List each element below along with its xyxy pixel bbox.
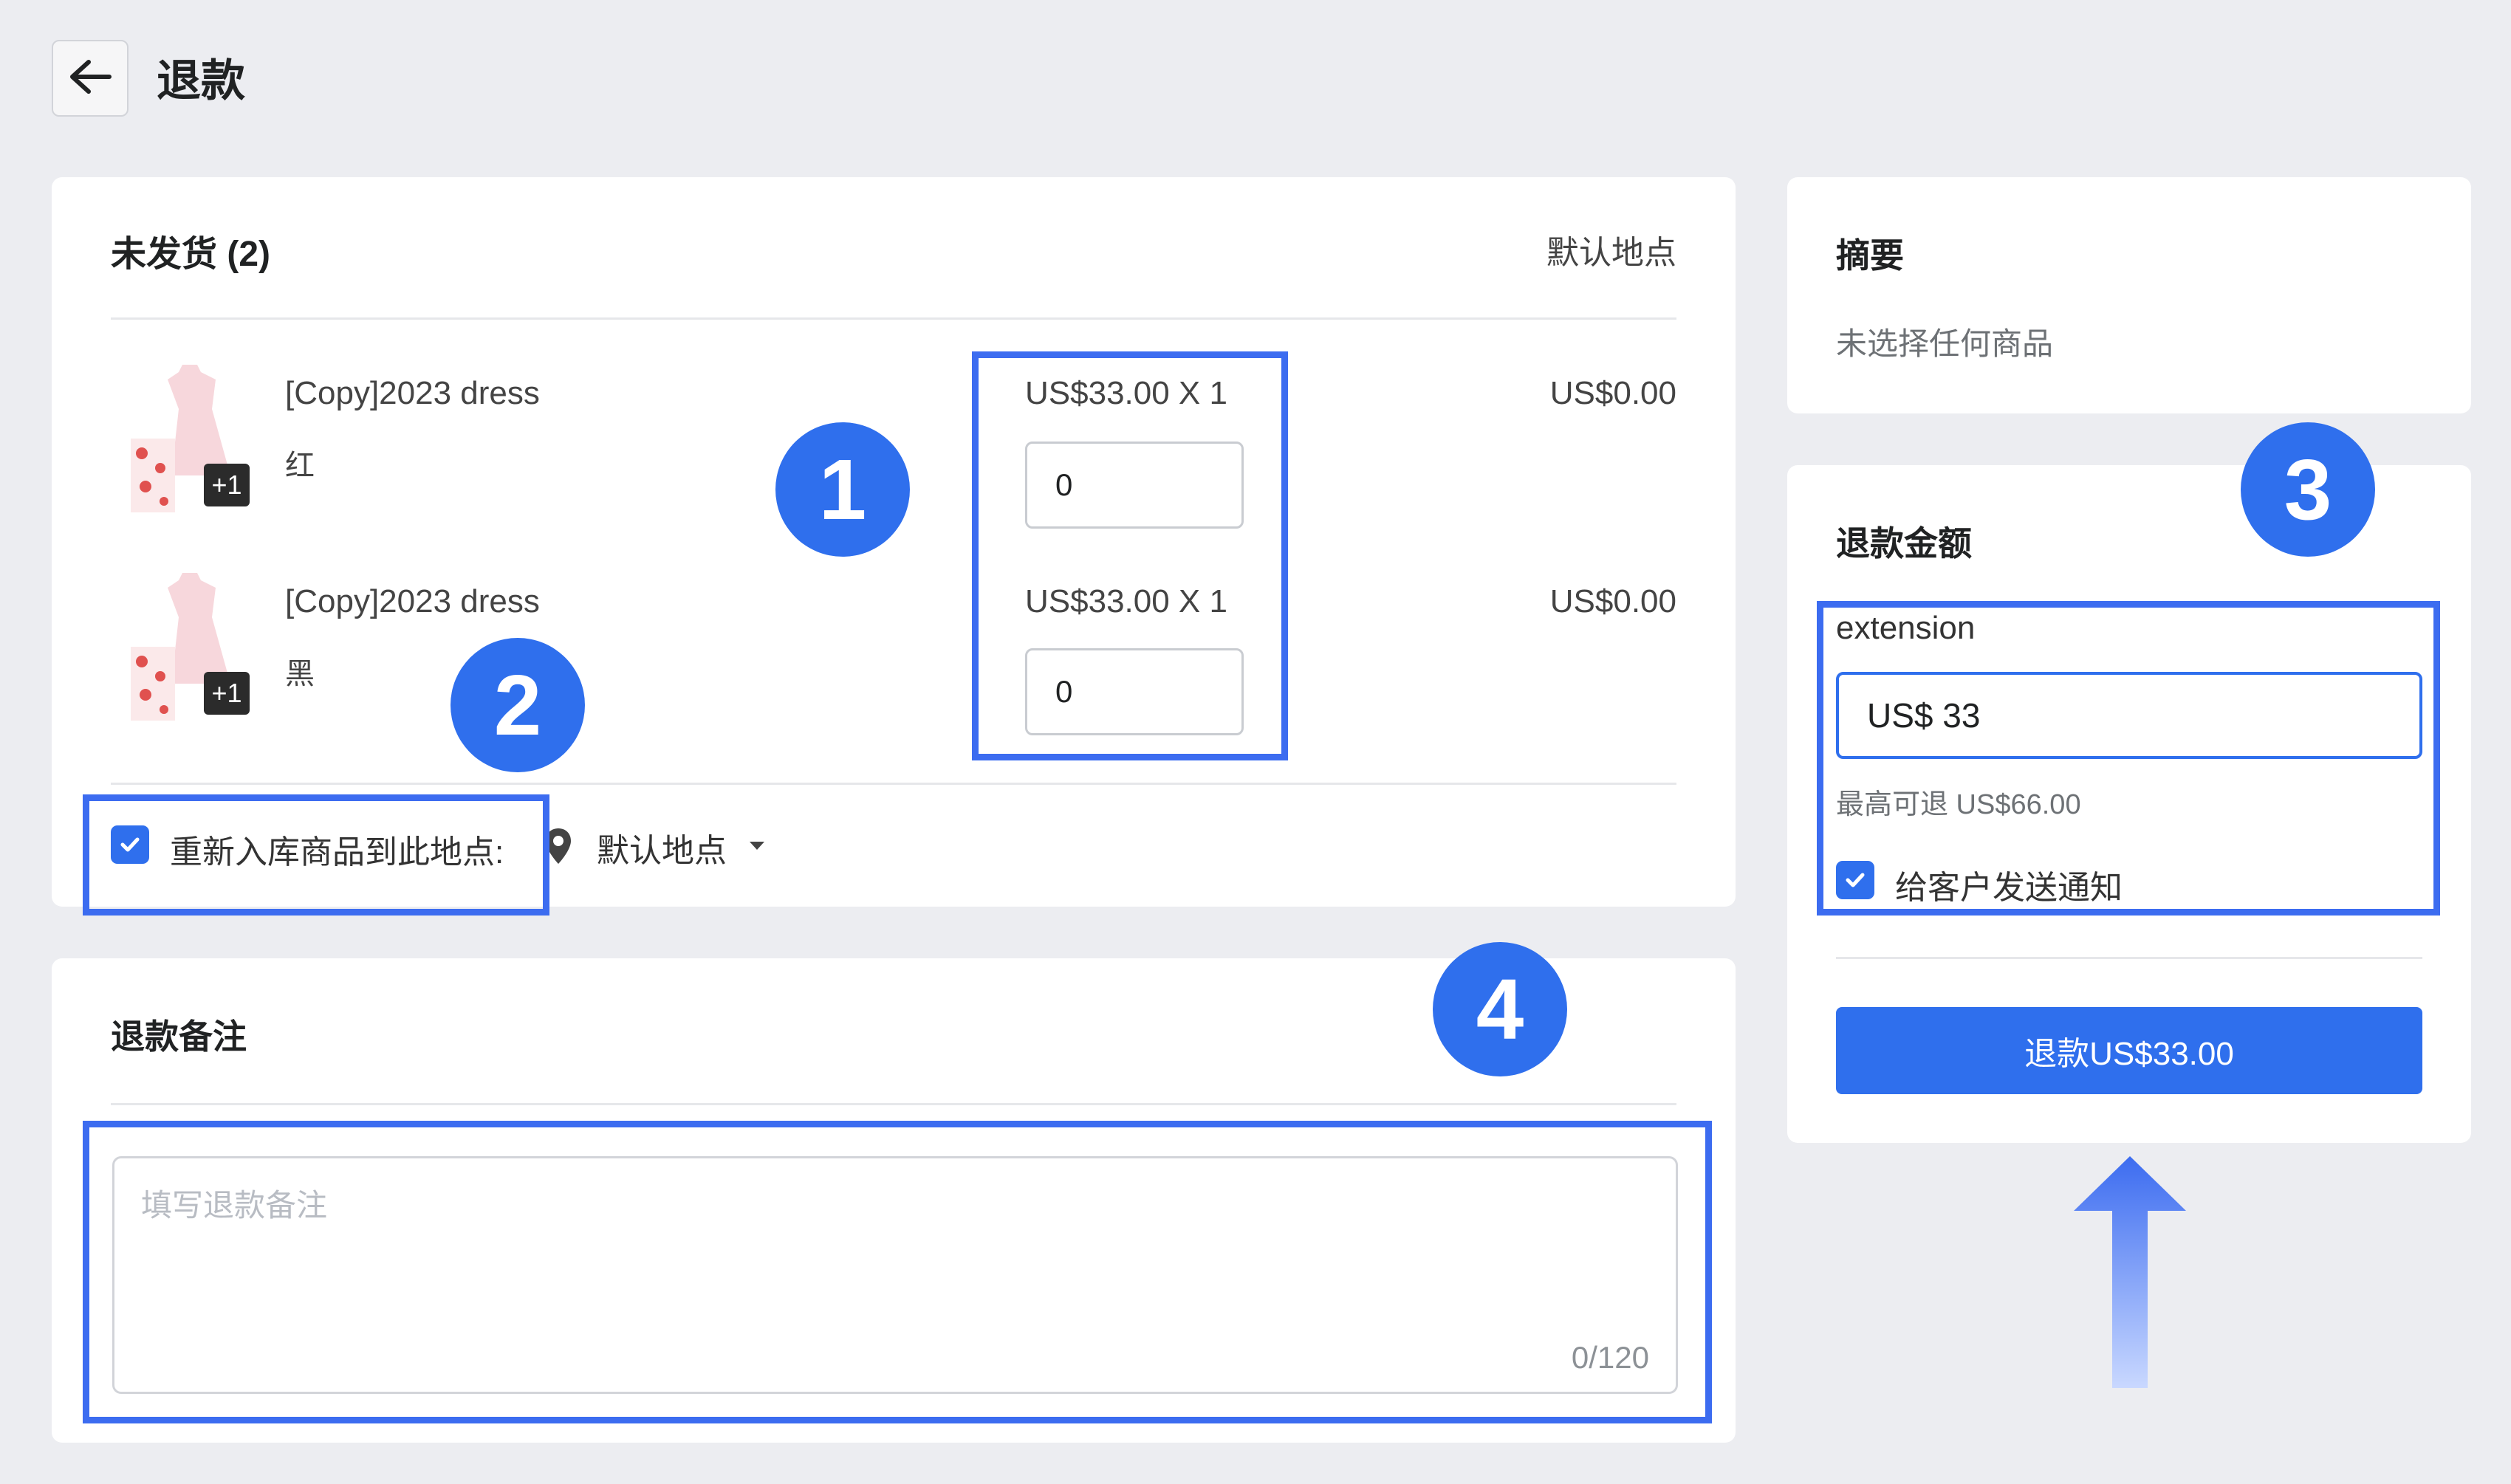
arrow-left-icon bbox=[68, 58, 112, 99]
highlight-quantity-inputs bbox=[972, 351, 1288, 760]
unfulfilled-heading: 未发货 (2) bbox=[111, 235, 271, 274]
step-marker-2: 2 bbox=[451, 638, 585, 772]
variant-count-badge: +1 bbox=[204, 672, 250, 715]
product-variant: 黑 bbox=[285, 658, 315, 690]
product-variant: 红 bbox=[285, 450, 315, 482]
highlight-refund-amount bbox=[1817, 601, 2440, 916]
highlight-restock-option bbox=[83, 794, 549, 916]
divider bbox=[111, 783, 1676, 785]
product-name[interactable]: [Copy]2023 dress bbox=[285, 583, 540, 620]
refund-amount-heading: 退款金额 bbox=[1836, 524, 1972, 563]
step-marker-1: 1 bbox=[775, 422, 910, 557]
restock-location-value: 默认地点 bbox=[597, 833, 727, 869]
variant-count-badge: +1 bbox=[204, 464, 250, 506]
item-total: US$0.00 bbox=[1549, 583, 1676, 619]
page-title: 退款 bbox=[157, 56, 245, 106]
summary-card bbox=[1787, 177, 2471, 413]
back-button[interactable] bbox=[52, 40, 129, 117]
summary-empty-text: 未选择任何商品 bbox=[1836, 326, 2054, 361]
highlight-refund-note bbox=[83, 1121, 1712, 1423]
item-total: US$0.00 bbox=[1549, 375, 1676, 411]
location-label: 默认地点 bbox=[1546, 235, 1676, 271]
arrow-up-icon bbox=[2071, 1155, 2189, 1395]
divider bbox=[111, 1103, 1676, 1105]
restock-location-dropdown[interactable]: 默认地点 bbox=[597, 824, 765, 871]
caret-down-icon bbox=[749, 841, 765, 855]
notes-heading: 退款备注 bbox=[111, 1017, 247, 1056]
refund-button[interactable]: 退款US$33.00 bbox=[1836, 1007, 2422, 1094]
step-marker-3: 3 bbox=[2241, 422, 2375, 557]
divider bbox=[111, 317, 1676, 320]
divider bbox=[1836, 957, 2422, 959]
product-name[interactable]: [Copy]2023 dress bbox=[285, 375, 540, 412]
summary-heading: 摘要 bbox=[1836, 236, 1904, 275]
step-marker-4: 4 bbox=[1433, 942, 1567, 1076]
